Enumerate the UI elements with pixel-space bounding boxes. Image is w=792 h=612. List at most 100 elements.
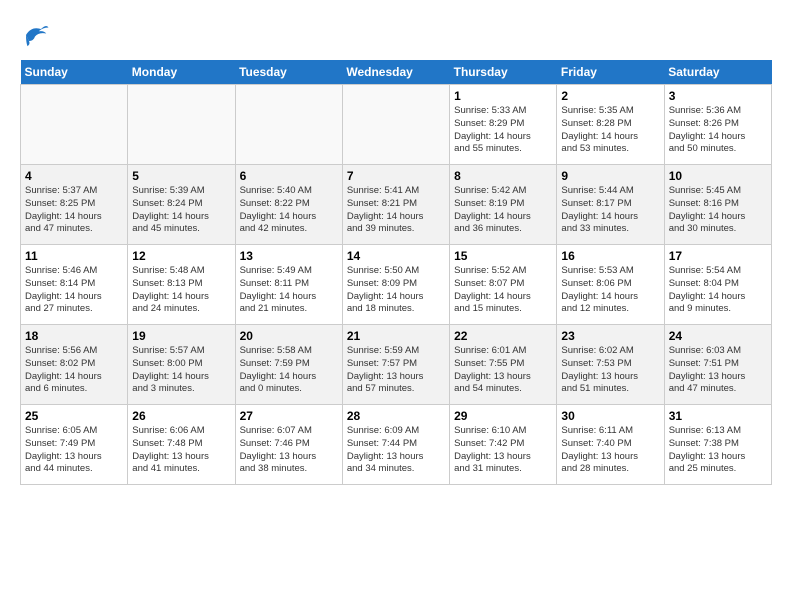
week-row-4: 18 Sunrise: 5:56 AMSunset: 8:02 PMDayligh… — [21, 325, 772, 405]
day-info: Sunrise: 6:13 AMSunset: 7:38 PMDaylight:… — [669, 425, 767, 476]
day-info: Sunrise: 5:49 AMSunset: 8:11 PMDaylight:… — [240, 265, 338, 316]
day-number: 14 — [347, 249, 445, 263]
calendar-cell — [342, 85, 449, 165]
day-info: Sunrise: 5:52 AMSunset: 8:07 PMDaylight:… — [454, 265, 552, 316]
header-row: SundayMondayTuesdayWednesdayThursdayFrid… — [21, 60, 772, 85]
day-number: 12 — [132, 249, 230, 263]
week-row-3: 11 Sunrise: 5:46 AMSunset: 8:14 PMDayligh… — [21, 245, 772, 325]
calendar-cell — [21, 85, 128, 165]
day-number: 1 — [454, 89, 552, 103]
calendar-cell: 6 Sunrise: 5:40 AMSunset: 8:22 PMDaylight… — [235, 165, 342, 245]
calendar-cell: 17 Sunrise: 5:54 AMSunset: 8:04 PMDayligh… — [664, 245, 771, 325]
day-info: Sunrise: 5:39 AMSunset: 8:24 PMDaylight:… — [132, 185, 230, 236]
calendar-cell: 26 Sunrise: 6:06 AMSunset: 7:48 PMDayligh… — [128, 405, 235, 485]
week-row-1: 1 Sunrise: 5:33 AMSunset: 8:29 PMDaylight… — [21, 85, 772, 165]
day-info: Sunrise: 5:36 AMSunset: 8:26 PMDaylight:… — [669, 105, 767, 156]
day-number: 25 — [25, 409, 123, 423]
day-info: Sunrise: 6:02 AMSunset: 7:53 PMDaylight:… — [561, 345, 659, 396]
day-info: Sunrise: 5:58 AMSunset: 7:59 PMDaylight:… — [240, 345, 338, 396]
day-info: Sunrise: 6:10 AMSunset: 7:42 PMDaylight:… — [454, 425, 552, 476]
day-info: Sunrise: 5:40 AMSunset: 8:22 PMDaylight:… — [240, 185, 338, 236]
day-number: 9 — [561, 169, 659, 183]
day-number: 26 — [132, 409, 230, 423]
header-wednesday: Wednesday — [342, 60, 449, 85]
calendar-cell: 7 Sunrise: 5:41 AMSunset: 8:21 PMDaylight… — [342, 165, 449, 245]
day-number: 24 — [669, 329, 767, 343]
calendar-table: SundayMondayTuesdayWednesdayThursdayFrid… — [20, 60, 772, 485]
day-number: 5 — [132, 169, 230, 183]
header-thursday: Thursday — [450, 60, 557, 85]
day-info: Sunrise: 5:41 AMSunset: 8:21 PMDaylight:… — [347, 185, 445, 236]
logo — [20, 20, 54, 50]
day-number: 2 — [561, 89, 659, 103]
header-friday: Friday — [557, 60, 664, 85]
calendar-cell: 28 Sunrise: 6:09 AMSunset: 7:44 PMDayligh… — [342, 405, 449, 485]
day-number: 22 — [454, 329, 552, 343]
day-info: Sunrise: 5:45 AMSunset: 8:16 PMDaylight:… — [669, 185, 767, 236]
day-info: Sunrise: 5:48 AMSunset: 8:13 PMDaylight:… — [132, 265, 230, 316]
day-info: Sunrise: 5:37 AMSunset: 8:25 PMDaylight:… — [25, 185, 123, 236]
day-info: Sunrise: 5:42 AMSunset: 8:19 PMDaylight:… — [454, 185, 552, 236]
calendar-cell — [128, 85, 235, 165]
day-number: 19 — [132, 329, 230, 343]
day-number: 29 — [454, 409, 552, 423]
calendar-cell: 16Sunrise: 5:53 AMSunset: 8:06 PMDayligh… — [557, 245, 664, 325]
calendar-cell: 11 Sunrise: 5:46 AMSunset: 8:14 PMDayligh… — [21, 245, 128, 325]
day-info: Sunrise: 5:53 AMSunset: 8:06 PMDaylight:… — [561, 265, 659, 316]
day-info: Sunrise: 6:01 AMSunset: 7:55 PMDaylight:… — [454, 345, 552, 396]
day-info: Sunrise: 5:50 AMSunset: 8:09 PMDaylight:… — [347, 265, 445, 316]
day-info: Sunrise: 5:46 AMSunset: 8:14 PMDaylight:… — [25, 265, 123, 316]
calendar-cell: 29 Sunrise: 6:10 AMSunset: 7:42 PMDayligh… — [450, 405, 557, 485]
day-info: Sunrise: 5:35 AMSunset: 8:28 PMDaylight:… — [561, 105, 659, 156]
day-info: Sunrise: 6:06 AMSunset: 7:48 PMDaylight:… — [132, 425, 230, 476]
day-number: 10 — [669, 169, 767, 183]
calendar-cell: 4 Sunrise: 5:37 AMSunset: 8:25 PMDaylight… — [21, 165, 128, 245]
day-info: Sunrise: 6:09 AMSunset: 7:44 PMDaylight:… — [347, 425, 445, 476]
calendar-cell: 13Sunrise: 5:49 AMSunset: 8:11 PMDayligh… — [235, 245, 342, 325]
day-info: Sunrise: 5:56 AMSunset: 8:02 PMDaylight:… — [25, 345, 123, 396]
day-number: 30 — [561, 409, 659, 423]
calendar-cell: 2 Sunrise: 5:35 AMSunset: 8:28 PMDaylight… — [557, 85, 664, 165]
day-number: 31 — [669, 409, 767, 423]
calendar-cell — [235, 85, 342, 165]
calendar-cell: 10 Sunrise: 5:45 AMSunset: 8:16 PMDayligh… — [664, 165, 771, 245]
day-number: 15 — [454, 249, 552, 263]
day-info: Sunrise: 6:11 AMSunset: 7:40 PMDaylight:… — [561, 425, 659, 476]
day-info: Sunrise: 5:54 AMSunset: 8:04 PMDaylight:… — [669, 265, 767, 316]
day-number: 28 — [347, 409, 445, 423]
calendar-cell: 30 Sunrise: 6:11 AMSunset: 7:40 PMDayligh… — [557, 405, 664, 485]
calendar-cell: 20 Sunrise: 5:58 AMSunset: 7:59 PMDayligh… — [235, 325, 342, 405]
day-number: 7 — [347, 169, 445, 183]
day-number: 20 — [240, 329, 338, 343]
day-number: 27 — [240, 409, 338, 423]
day-info: Sunrise: 5:33 AMSunset: 8:29 PMDaylight:… — [454, 105, 552, 156]
day-info: Sunrise: 5:44 AMSunset: 8:17 PMDaylight:… — [561, 185, 659, 236]
day-number: 11 — [25, 249, 123, 263]
calendar-cell: 3 Sunrise: 5:36 AMSunset: 8:26 PMDaylight… — [664, 85, 771, 165]
calendar-cell: 23 Sunrise: 6:02 AMSunset: 7:53 PMDayligh… — [557, 325, 664, 405]
calendar-cell: 18 Sunrise: 5:56 AMSunset: 8:02 PMDayligh… — [21, 325, 128, 405]
week-row-2: 4 Sunrise: 5:37 AMSunset: 8:25 PMDaylight… — [21, 165, 772, 245]
calendar-cell: 25 Sunrise: 6:05 AMSunset: 7:49 PMDayligh… — [21, 405, 128, 485]
day-number: 4 — [25, 169, 123, 183]
day-info: Sunrise: 6:05 AMSunset: 7:49 PMDaylight:… — [25, 425, 123, 476]
calendar-cell: 22 Sunrise: 6:01 AMSunset: 7:55 PMDayligh… — [450, 325, 557, 405]
day-number: 21 — [347, 329, 445, 343]
calendar-cell: 12 Sunrise: 5:48 AMSunset: 8:13 PMDayligh… — [128, 245, 235, 325]
day-number: 23 — [561, 329, 659, 343]
calendar-cell: 14 Sunrise: 5:50 AMSunset: 8:09 PMDayligh… — [342, 245, 449, 325]
day-number: 3 — [669, 89, 767, 103]
calendar-cell: 19 Sunrise: 5:57 AMSunset: 8:00 PMDayligh… — [128, 325, 235, 405]
day-number: 17 — [669, 249, 767, 263]
day-info: Sunrise: 5:57 AMSunset: 8:00 PMDaylight:… — [132, 345, 230, 396]
calendar-cell: 8Sunrise: 5:42 AMSunset: 8:19 PMDaylight… — [450, 165, 557, 245]
calendar-cell: 1 Sunrise: 5:33 AMSunset: 8:29 PMDaylight… — [450, 85, 557, 165]
logo-icon — [20, 20, 50, 50]
calendar-cell: 31 Sunrise: 6:13 AMSunset: 7:38 PMDayligh… — [664, 405, 771, 485]
calendar-cell: 9 Sunrise: 5:44 AMSunset: 8:17 PMDaylight… — [557, 165, 664, 245]
day-number: 6 — [240, 169, 338, 183]
day-info: Sunrise: 6:03 AMSunset: 7:51 PMDaylight:… — [669, 345, 767, 396]
day-number: 18 — [25, 329, 123, 343]
calendar-cell: 21Sunrise: 5:59 AMSunset: 7:57 PMDayligh… — [342, 325, 449, 405]
calendar-cell: 15 Sunrise: 5:52 AMSunset: 8:07 PMDayligh… — [450, 245, 557, 325]
